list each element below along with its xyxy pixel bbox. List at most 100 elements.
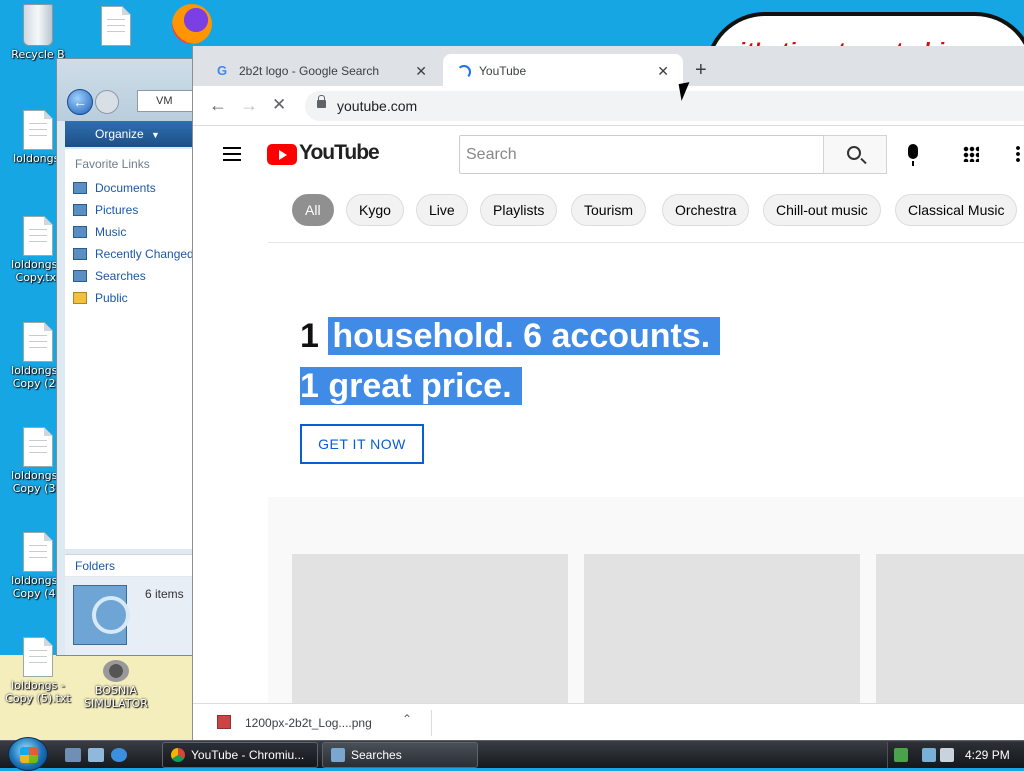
pictures-folder-icon (73, 204, 87, 216)
switch-windows-icon[interactable] (88, 748, 104, 762)
clock[interactable]: 4:29 PM (965, 742, 1010, 768)
promo-headline-selected: household. 6 accounts. (328, 317, 721, 355)
favorite-link-music[interactable]: Music (65, 221, 197, 243)
youtube-play-icon (267, 144, 297, 165)
promo-headline-line1: 1 household. 6 accounts. (300, 312, 721, 362)
desktop-icon-recycle-bin[interactable]: Recycle B (0, 4, 76, 61)
favorite-link-pictures[interactable]: Pictures (65, 199, 197, 221)
tab-google-search[interactable]: G 2b2t logo - Google Search ✕ (203, 54, 441, 86)
close-icon[interactable]: ✕ (415, 54, 427, 88)
promo-number: 1 (300, 317, 319, 355)
youtube-logo-text: YouTube (299, 141, 380, 164)
favorite-link-documents[interactable]: Documents (65, 177, 197, 199)
forward-arrow-icon[interactable]: → (240, 95, 258, 116)
promo-headline-line2: 1 great price. (300, 362, 720, 412)
text-file-icon (101, 6, 131, 46)
browser-window: G 2b2t logo - Google Search ✕ YouTube ✕ … (192, 46, 1024, 740)
favorite-link-public[interactable]: Public (65, 287, 197, 309)
video-thumbnail-placeholder[interactable] (584, 554, 860, 703)
search-button[interactable] (823, 135, 887, 174)
youtube-masthead: YouTube Search (193, 127, 1024, 183)
firefox-icon (172, 4, 212, 44)
taskbar-button-searches[interactable]: Searches (322, 742, 478, 768)
desktop-icon-bosnia-simulator[interactable]: BOSNIA SIMULATOR (78, 660, 154, 710)
chip-all[interactable]: All (292, 194, 334, 226)
stop-loading-icon[interactable]: ✕ (272, 95, 286, 115)
folders-toggle[interactable]: Folders (65, 554, 197, 576)
explorer-address-bar[interactable]: VM (137, 90, 197, 112)
video-thumbnail-placeholder[interactable] (292, 554, 568, 703)
chip-bar: All Kygo Live Playlists Tourism Orchestr… (268, 185, 1024, 243)
documents-folder-icon (73, 182, 87, 194)
recycle-bin-icon (23, 4, 53, 46)
chip-playlists[interactable]: Playlists (480, 194, 558, 226)
chevron-up-icon[interactable]: ⌃ (402, 712, 412, 726)
explorer-toolbar: Organize ▼ (65, 121, 197, 147)
item-count: 6 items (145, 587, 184, 601)
address-bar-url: youtube.com (337, 98, 418, 114)
text-file-icon (23, 110, 53, 150)
premium-family-promo: 1 household. 6 accounts. 1 great price. (300, 312, 721, 412)
recent-folder-icon (73, 248, 87, 260)
explorer-favorite-links: Favorite Links Documents Pictures Music … (65, 149, 197, 549)
chip-classical-music[interactable]: Classical Music (895, 194, 1018, 226)
new-tab-plus-icon[interactable]: + (695, 59, 707, 82)
internet-explorer-icon[interactable] (111, 748, 127, 762)
text-file-icon (23, 427, 53, 467)
video-thumbnail-placeholder[interactable] (876, 554, 1024, 703)
chip-chill-out-music[interactable]: Chill-out music (763, 194, 881, 226)
firefox-shortcut[interactable] (172, 4, 216, 48)
explorer-window: ← VM Organize ▼ Favorite Links Documents… (56, 58, 197, 656)
organize-button[interactable]: Organize (95, 127, 144, 141)
text-file-icon (23, 216, 53, 256)
search-input[interactable]: Search (459, 135, 824, 174)
back-arrow-icon[interactable]: ← (67, 89, 93, 115)
apps-grid-icon[interactable] (963, 146, 979, 162)
chip-live[interactable]: Live (416, 194, 468, 226)
network-icon[interactable] (922, 748, 936, 762)
video-grid (268, 497, 1024, 703)
network-status-icon[interactable] (894, 748, 908, 762)
download-shelf: 1200px-2b2t_Log....png ⌃ (193, 703, 1024, 740)
google-g-icon: G (217, 63, 228, 78)
forward-arrow-icon[interactable] (95, 90, 119, 114)
tab-title: YouTube (479, 64, 527, 78)
more-vertical-icon[interactable] (1016, 145, 1020, 163)
get-it-now-button[interactable]: GET IT NOW (300, 424, 424, 464)
text-file-icon (23, 637, 53, 677)
taskbar-button-youtube-chromium[interactable]: YouTube - Chromiu... (162, 742, 318, 768)
back-arrow-icon[interactable]: ← (209, 95, 227, 116)
search-folder-icon (73, 270, 87, 282)
taskbar-button-label: YouTube - Chromiu... (191, 748, 305, 762)
system-tray: 4:29 PM (887, 742, 1024, 768)
explorer-nav-bar: ← VM (57, 59, 197, 121)
youtube-page: YouTube Search All Kygo Live Playlists T… (193, 127, 1024, 703)
favorite-link-recently-changed[interactable]: Recently Changed (65, 243, 197, 265)
desktop-icon-label: BOSNIA SIMULATOR (84, 684, 148, 710)
hamburger-menu-icon[interactable] (223, 147, 241, 161)
chip-kygo[interactable]: Kygo (346, 194, 404, 226)
music-folder-icon (73, 226, 87, 238)
search-icon (847, 146, 861, 160)
microphone-icon[interactable] (908, 144, 918, 166)
image-file-icon (217, 715, 231, 729)
favorite-link-searches[interactable]: Searches (65, 265, 197, 287)
address-bar[interactable]: youtube.com (305, 91, 1024, 121)
public-folder-icon (73, 292, 87, 304)
show-desktop-icon[interactable] (65, 748, 81, 762)
download-item-name[interactable]: 1200px-2b2t_Log....png (245, 716, 372, 730)
search-folder-large-icon (73, 585, 130, 645)
tab-title: 2b2t logo - Google Search (239, 64, 380, 78)
divider (431, 710, 432, 736)
chip-orchestra[interactable]: Orchestra (662, 194, 750, 226)
browser-toolbar: ← → ✕ youtube.com (193, 86, 1024, 126)
lock-icon (317, 95, 326, 108)
close-icon[interactable]: ✕ (657, 54, 669, 88)
chip-tourism[interactable]: Tourism (571, 194, 647, 226)
tab-youtube[interactable]: YouTube ✕ (443, 54, 683, 86)
game-shortcut-icon (103, 660, 129, 682)
chevron-down-icon: ▼ (151, 130, 160, 140)
start-button[interactable] (8, 737, 48, 771)
volume-muted-icon[interactable] (940, 748, 954, 762)
desktop-icon-file[interactable] (78, 6, 154, 48)
